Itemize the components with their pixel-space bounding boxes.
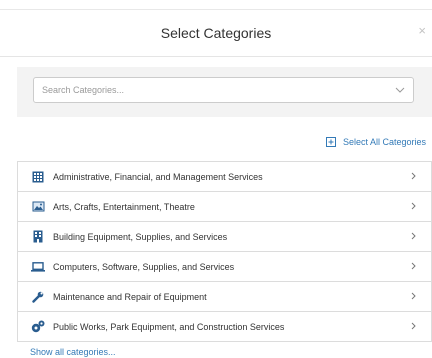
category-label: Maintenance and Repair of Equipment [53, 291, 207, 302]
wrench-icon [31, 290, 45, 304]
category-row-public-works[interactable]: Public Works, Park Equipment, and Constr… [18, 312, 431, 341]
close-icon[interactable]: × [418, 23, 426, 38]
category-label: Arts, Crafts, Entertainment, Theatre [53, 201, 195, 212]
picture-icon [31, 200, 45, 214]
search-panel [17, 67, 432, 117]
category-list: Administrative, Financial, and Managemen… [17, 161, 432, 342]
modal-title: Select Categories [160, 25, 272, 41]
chevron-right-icon [411, 262, 416, 270]
category-row-computers[interactable]: Computers, Software, Supplies, and Servi… [18, 252, 431, 282]
chevron-right-icon [411, 202, 416, 210]
chevron-right-icon [411, 232, 416, 240]
chevron-right-icon [411, 322, 416, 330]
search-input[interactable] [34, 78, 384, 102]
select-all-label: Select All Categories [342, 137, 426, 147]
show-all-categories-link[interactable]: Show all categories... [30, 347, 116, 357]
select-all-button[interactable]: Select All Categories [325, 137, 426, 147]
category-row-building[interactable]: Building Equipment, Supplies, and Servic… [18, 222, 431, 252]
category-label: Public Works, Park Equipment, and Constr… [53, 321, 285, 332]
chevron-right-icon [411, 172, 416, 180]
building-grid-icon [31, 170, 45, 184]
category-row-arts[interactable]: Arts, Crafts, Entertainment, Theatre [18, 192, 431, 222]
category-label: Computers, Software, Supplies, and Servi… [53, 261, 235, 272]
modal-header: Select Categories × [0, 10, 432, 57]
category-row-administrative[interactable]: Administrative, Financial, and Managemen… [18, 162, 431, 192]
cogs-icon [31, 320, 45, 334]
laptop-icon [31, 260, 45, 274]
category-row-maintenance[interactable]: Maintenance and Repair of Equipment [18, 282, 431, 312]
office-building-icon [31, 230, 45, 244]
category-label: Administrative, Financial, and Managemen… [53, 171, 263, 182]
search-dropdown[interactable] [33, 77, 414, 103]
plus-square-icon [325, 137, 336, 147]
chevron-right-icon [411, 292, 416, 300]
chevron-down-icon[interactable] [395, 85, 405, 95]
category-label: Building Equipment, Supplies, and Servic… [53, 231, 228, 242]
